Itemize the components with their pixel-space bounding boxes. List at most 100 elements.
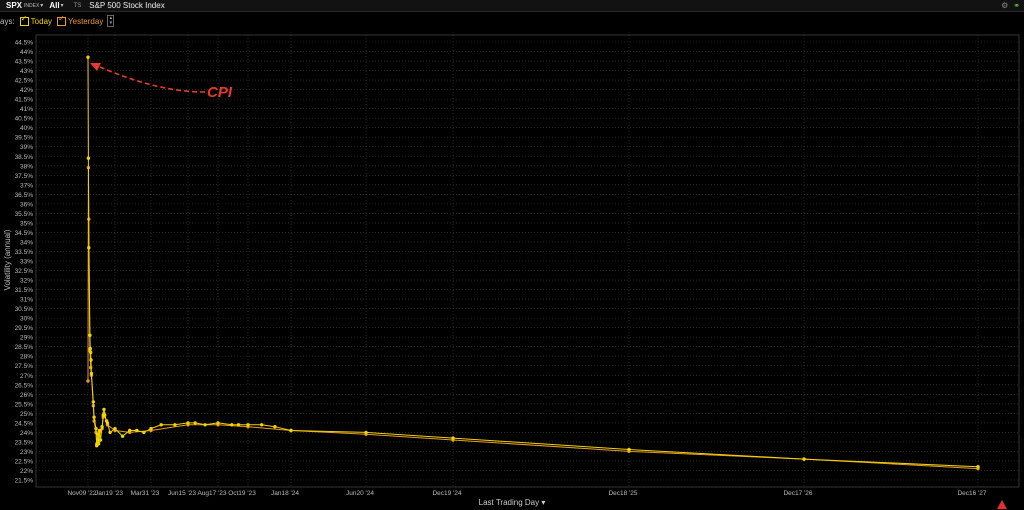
data-point-today: [86, 55, 90, 59]
data-point-today: [193, 421, 197, 425]
data-point-today: [236, 423, 241, 427]
data-point-today: [273, 425, 277, 429]
data-point-today: [89, 350, 93, 355]
warning-icon[interactable]: [997, 500, 1007, 509]
gear-icon[interactable]: ⚙: [1001, 1, 1008, 10]
y-tick-label: 35.5%: [15, 211, 34, 218]
data-point-today: [142, 430, 146, 435]
check-icon: ✓: [58, 13, 65, 23]
data-point-today: [120, 434, 125, 438]
data-point-today: [87, 246, 91, 250]
data-point-today: [451, 436, 455, 440]
y-axis-label: Volatility (annual): [3, 229, 12, 290]
data-point-today: [105, 421, 110, 425]
symbol-selector[interactable]: SPX: [6, 1, 22, 10]
data-point-today: [364, 430, 368, 435]
x-tick-label: Aug17 '23: [197, 490, 226, 497]
data-point-today: [108, 430, 112, 435]
y-tick-label: 37%: [20, 182, 33, 189]
data-point-today: [230, 423, 234, 427]
data-point-today: [216, 421, 220, 425]
y-tick-label: 28%: [20, 354, 33, 361]
yesterday-checkbox[interactable]: ✓: [57, 13, 67, 26]
y-tick-label: 35%: [20, 220, 33, 227]
data-point-today: [246, 423, 250, 427]
legend-yesterday-label: Yesterday: [68, 16, 104, 26]
annotation-label: CPI: [207, 84, 233, 101]
x-tick-label: Jan19 '23: [95, 490, 123, 497]
data-point-today: [98, 438, 103, 442]
data-point-today: [91, 400, 96, 404]
y-tick-label: 24.5%: [15, 420, 34, 427]
data-point-today: [113, 426, 117, 431]
data-point-today: [173, 423, 177, 427]
y-tick-label: 25%: [20, 411, 33, 418]
y-tick-label: 44%: [20, 49, 33, 56]
y-tick-label: 40.5%: [15, 116, 34, 123]
y-tick-label: 30.5%: [15, 306, 34, 313]
y-tick-label: 26%: [20, 392, 33, 399]
y-tick-label: 42.5%: [15, 78, 34, 85]
y-tick-label: 34.5%: [15, 230, 34, 237]
data-point-today: [203, 423, 207, 427]
data-point-today: [96, 442, 101, 446]
data-point-today: [802, 457, 806, 461]
legend-prefix: ays:: [0, 16, 15, 26]
range-selector[interactable]: All: [49, 1, 59, 10]
y-tick-label: 22.5%: [15, 458, 34, 465]
y-tick-label: 41%: [20, 106, 33, 113]
symbol-exchange: INDEX: [24, 2, 40, 9]
data-point-today: [88, 346, 93, 351]
data-point-today: [976, 465, 980, 469]
data-point-today: [92, 415, 96, 419]
range-caret-icon[interactable]: ▾: [61, 2, 64, 9]
y-tick-label: 36.5%: [15, 192, 34, 199]
y-tick-label: 38%: [20, 163, 33, 170]
data-point-today: [94, 426, 98, 431]
y-tick-label: 25.5%: [15, 401, 34, 408]
x-tick-label: Jun15 '23: [168, 490, 196, 497]
y-tick-label: 32.5%: [15, 268, 34, 275]
x-axis-ticks: Nov09 '22Jan19 '23 Mar31 '23 Jun15 '23 Aug1…: [67, 490, 986, 497]
y-tick-label: 22%: [20, 468, 33, 475]
data-point-today: [627, 447, 631, 452]
legend: ays: ✓ Today ✓ Yesterday ▴ ▾: [0, 13, 115, 27]
data-point-today: [159, 423, 163, 427]
check-icon: ✓: [20, 13, 28, 23]
y-tick-label: 39.5%: [15, 135, 34, 142]
data-point-today: [89, 371, 94, 376]
y-tick-label: 28.5%: [15, 344, 34, 351]
y-tick-label: 21.5%: [15, 478, 34, 485]
x-axis-selector[interactable]: Last Trading Day ▾: [0, 498, 1024, 507]
x-tick-label: Mar31 '23: [131, 490, 160, 497]
data-point-today: [89, 358, 93, 362]
y-tick-label: 41.5%: [15, 97, 34, 104]
data-point-today: [260, 423, 264, 427]
x-tick-label: Dec18 '25: [608, 490, 637, 497]
y-tick-label: 31.5%: [15, 287, 34, 294]
y-tick-label: 30%: [20, 316, 33, 323]
data-point-today: [289, 428, 293, 433]
data-point-today: [97, 428, 102, 433]
y-tick-label: 32%: [20, 278, 33, 285]
y-tick-label: 39%: [20, 144, 33, 151]
y-tick-label: 33.5%: [15, 249, 34, 256]
link-icon[interactable]: ⚭: [1013, 1, 1020, 10]
y-tick-label: 23%: [20, 449, 33, 456]
data-point-yesterday: [86, 379, 90, 383]
spinner-control[interactable]: ▴ ▾: [107, 15, 115, 27]
y-tick-label: 40%: [20, 125, 33, 132]
today-checkbox[interactable]: ✓: [19, 13, 29, 26]
y-tick-label: 23.5%: [15, 439, 34, 446]
data-point-today: [96, 432, 100, 436]
data-point-today: [86, 156, 91, 160]
y-axis-ticks: 21.5% 22% 22.5% 23% 23.5% 24% 24.5% 25% 25.5% 26%…: [15, 40, 34, 485]
y-tick-label: 42%: [20, 87, 33, 94]
ts-label: TS: [73, 2, 82, 9]
symbol-caret-icon[interactable]: ▾: [40, 2, 43, 9]
y-tick-label: 29.5%: [15, 325, 34, 332]
data-point-today: [128, 428, 132, 433]
y-tick-label: 38.5%: [15, 154, 34, 161]
y-tick-label: 44.5%: [15, 40, 34, 47]
y-tick-label: 27%: [20, 373, 33, 380]
